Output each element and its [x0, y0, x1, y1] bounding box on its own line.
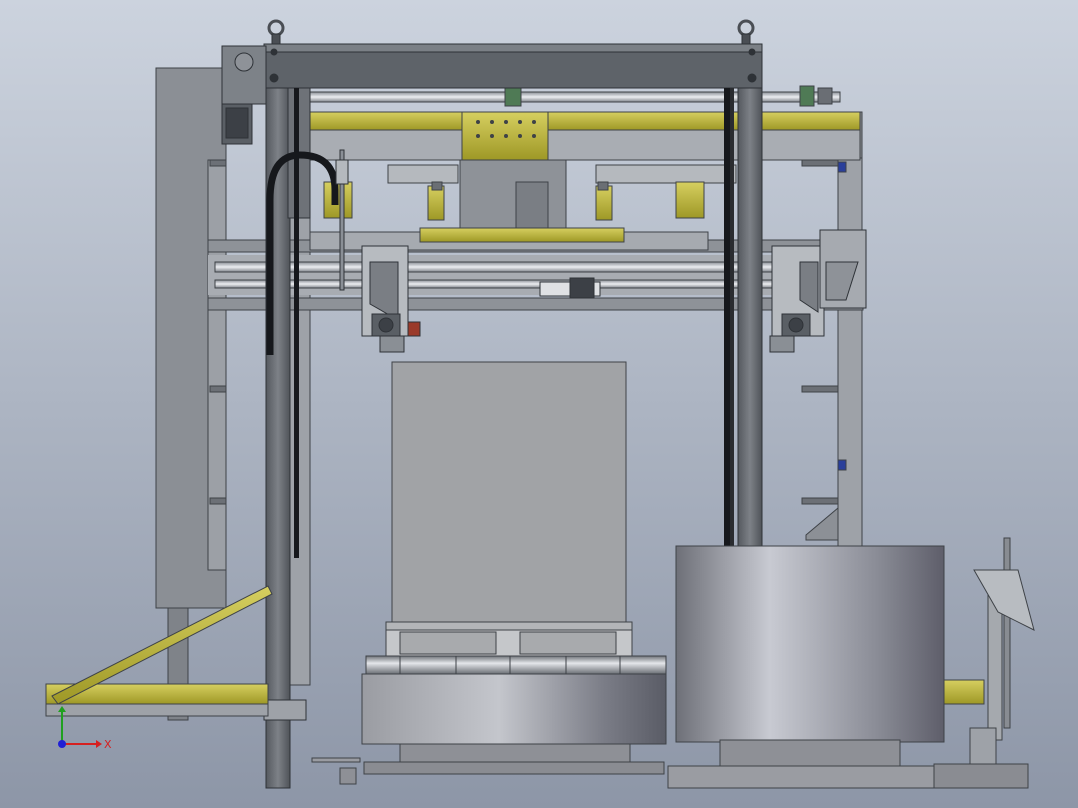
- roller-conveyor: [365, 655, 667, 675]
- cad-model-render: X: [0, 0, 1078, 808]
- turntable: [361, 673, 667, 775]
- gantry-column-right: [737, 87, 763, 549]
- load-pallet: [385, 361, 633, 659]
- triad-x-label: X: [104, 738, 112, 751]
- base-conveyor-right: [943, 679, 985, 705]
- cad-viewport[interactable]: X: [0, 0, 1078, 808]
